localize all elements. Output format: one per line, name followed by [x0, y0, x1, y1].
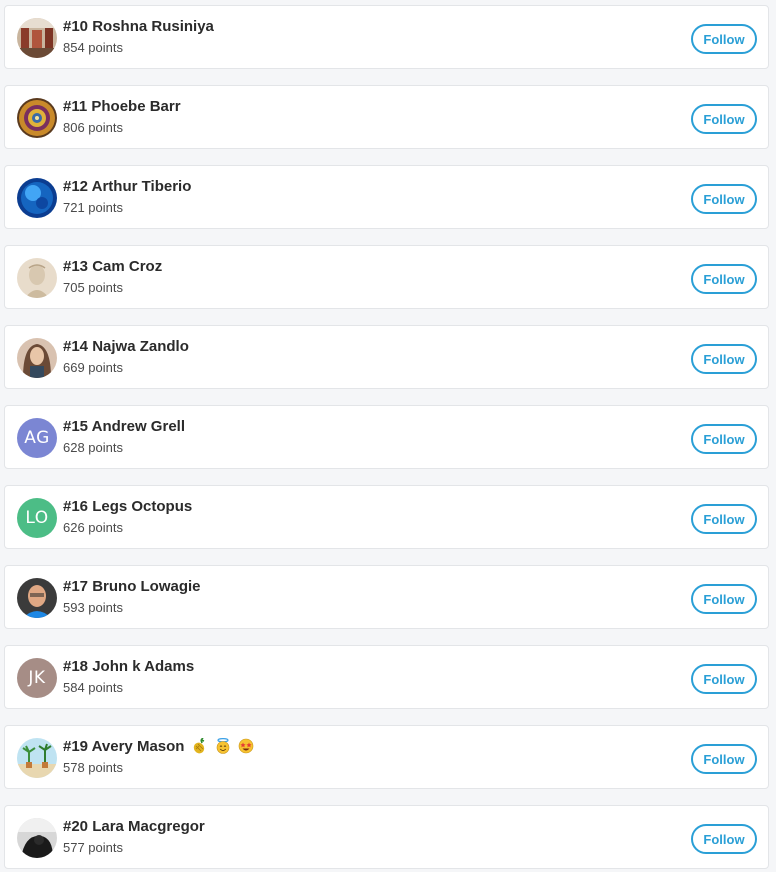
list-item: AG #15 Andrew Grell 628 points Follow: [4, 405, 769, 469]
follow-button[interactable]: Follow: [691, 104, 757, 134]
list-item: #20 Lara Macgregor 577 points Follow: [4, 805, 769, 869]
avatar[interactable]: [17, 258, 57, 298]
list-item: LO #16 Legs Octopus 626 points Follow: [4, 485, 769, 549]
user-points: 584 points: [63, 680, 123, 695]
user-rank-name[interactable]: #12 Arthur Tiberio: [63, 178, 191, 195]
avatar[interactable]: [17, 18, 57, 58]
list-item: #12 Arthur Tiberio 721 points Follow: [4, 165, 769, 229]
avatar[interactable]: [17, 818, 57, 858]
list-item: #14 Najwa Zandlo 669 points Follow: [4, 325, 769, 389]
user-points: 593 points: [63, 600, 123, 615]
leaderboard-list: #10 Roshna Rusiniya 854 points Follow #1…: [0, 0, 776, 872]
avatar[interactable]: [17, 178, 57, 218]
user-rank-name-text: #19 Avery Mason: [63, 738, 185, 755]
user-rank-name[interactable]: #15 Andrew Grell: [63, 418, 185, 435]
avatar[interactable]: AG: [17, 418, 57, 458]
user-points: 578 points: [63, 760, 123, 775]
follow-button[interactable]: Follow: [691, 344, 757, 374]
avatar-initials: JK: [28, 668, 46, 688]
user-points: 806 points: [63, 120, 123, 135]
follow-button[interactable]: Follow: [691, 264, 757, 294]
follow-button[interactable]: Follow: [691, 664, 757, 694]
list-item: JK #18 John k Adams 584 points Follow: [4, 645, 769, 709]
halo-smile-emoji-icon: [215, 738, 231, 758]
list-item: #17 Bruno Lowagie 593 points Follow: [4, 565, 769, 629]
user-points: 628 points: [63, 440, 123, 455]
avatar[interactable]: [17, 338, 57, 378]
user-rank-name[interactable]: #10 Roshna Rusiniya: [63, 18, 214, 35]
list-item: #13 Cam Croz 705 points Follow: [4, 245, 769, 309]
user-points: 721 points: [63, 200, 123, 215]
follow-button[interactable]: Follow: [691, 184, 757, 214]
star-eyes-emoji-icon: [238, 738, 254, 758]
follow-button[interactable]: Follow: [691, 504, 757, 534]
user-points: 854 points: [63, 40, 123, 55]
avatar[interactable]: [17, 98, 57, 138]
avatar[interactable]: [17, 578, 57, 618]
user-rank-name[interactable]: #16 Legs Octopus: [63, 498, 192, 515]
follow-button[interactable]: Follow: [691, 824, 757, 854]
pineapple-emoji-icon: [192, 737, 208, 758]
follow-button[interactable]: Follow: [691, 424, 757, 454]
list-item: #19 Avery Mason 578 points Follow: [4, 725, 769, 789]
user-rank-name[interactable]: #13 Cam Croz: [63, 258, 162, 275]
avatar[interactable]: JK: [17, 658, 57, 698]
avatar-initials: LO: [25, 508, 49, 528]
avatar[interactable]: LO: [17, 498, 57, 538]
user-rank-name[interactable]: #11 Phoebe Barr: [63, 98, 181, 115]
follow-button[interactable]: Follow: [691, 744, 757, 774]
follow-button[interactable]: Follow: [691, 24, 757, 54]
user-points: 626 points: [63, 520, 123, 535]
list-item: #10 Roshna Rusiniya 854 points Follow: [4, 5, 769, 69]
user-rank-name[interactable]: #20 Lara Macgregor: [63, 818, 205, 835]
list-item: #11 Phoebe Barr 806 points Follow: [4, 85, 769, 149]
user-points: 705 points: [63, 280, 123, 295]
follow-button[interactable]: Follow: [691, 584, 757, 614]
user-rank-name[interactable]: #14 Najwa Zandlo: [63, 338, 189, 355]
avatar-initials: AG: [24, 428, 50, 448]
user-rank-name[interactable]: #19 Avery Mason: [63, 737, 254, 758]
user-points: 669 points: [63, 360, 123, 375]
user-rank-name[interactable]: #18 John k Adams: [63, 658, 194, 675]
avatar[interactable]: [17, 738, 57, 778]
user-rank-name[interactable]: #17 Bruno Lowagie: [63, 578, 201, 595]
user-points: 577 points: [63, 840, 123, 855]
